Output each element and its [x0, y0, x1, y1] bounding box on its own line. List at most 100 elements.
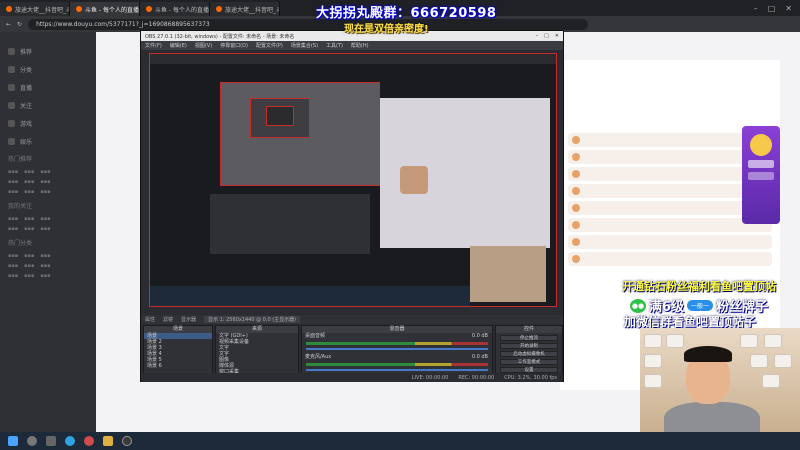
task-view-icon[interactable]	[46, 436, 56, 446]
display-select[interactable]: 显示 1: 2560x1440 @ 0,0 (主显示器)	[204, 316, 301, 323]
menu-item[interactable]: 视图(V)	[195, 42, 212, 49]
nested-cam	[400, 166, 428, 194]
cpu-status: CPU: 3.2%, 30.00 fps	[504, 374, 557, 381]
nav-icon	[8, 47, 15, 55]
studio-mode-button[interactable]: 工作室模式	[500, 359, 558, 365]
avatar	[572, 204, 580, 212]
menu-item[interactable]: 编辑(E)	[170, 42, 187, 49]
obs-title-text: OBS 27.0.1 (32-bit, windows) - 配置文件: 未命名…	[145, 33, 295, 40]
volume-slider[interactable]	[306, 348, 488, 350]
maximize-icon[interactable]: □	[768, 4, 776, 13]
nav-icon	[8, 119, 15, 127]
windows-taskbar	[0, 432, 800, 450]
properties-button[interactable]: 属性	[145, 316, 155, 323]
nav-icon	[8, 137, 15, 145]
volume-meter	[306, 363, 488, 366]
tab-label: 斗鱼 - 每个人的直播平台	[85, 6, 139, 14]
mixer-channel-db: 0.0 dB	[471, 333, 488, 339]
nav-icon	[8, 101, 15, 109]
webcam-feed	[640, 328, 800, 432]
douyu-favicon-icon	[146, 6, 152, 12]
avatar	[572, 170, 580, 178]
obs-app-icon[interactable]	[122, 436, 132, 446]
sidebar-item[interactable]: 分类	[0, 60, 96, 78]
obs-window[interactable]: OBS 27.0.1 (32-bit, windows) - 配置文件: 未命名…	[140, 30, 564, 382]
close-icon[interactable]: ✕	[785, 4, 792, 13]
close-icon[interactable]: ✕	[555, 33, 559, 39]
mixer-channel-label: 桌面音频	[305, 333, 326, 339]
sidebar-item[interactable]: 娱乐	[0, 132, 96, 150]
menu-item[interactable]: 场景集合(S)	[291, 42, 318, 49]
browser-tab[interactable]: 斗鱼 - 每个人的直播平台	[140, 2, 210, 16]
trophy-icon	[750, 134, 772, 156]
browser-tab[interactable]: 旅途大佬__抖音吧_斗鱼吧	[0, 2, 70, 16]
rec-status: REC: 00:00:00	[458, 374, 495, 381]
scene-item[interactable]: 场景 6	[144, 363, 212, 369]
windows-start-icon[interactable]	[8, 436, 18, 446]
douyu-favicon-icon	[6, 6, 12, 12]
nav-group-title: 热门推荐	[8, 156, 33, 163]
wechat-icon: ●●	[630, 298, 646, 313]
sidebar-item[interactable]: 直播	[0, 78, 96, 96]
menu-item[interactable]: 文件(F)	[145, 42, 162, 49]
search-icon[interactable]	[27, 436, 37, 446]
filters-button[interactable]: 滤镜	[163, 316, 173, 323]
avatar	[572, 187, 580, 195]
menu-item[interactable]: 配置文件(P)	[256, 42, 283, 49]
douyu-favicon-icon	[216, 6, 222, 12]
browser-tab-active[interactable]: 斗鱼 - 每个人的直播平台	[70, 2, 140, 16]
obs-status-bar: LIVE: 00:00:00 REC: 00:00:00 CPU: 3.2%, …	[141, 373, 563, 382]
nested-preview	[266, 106, 294, 126]
douyu-favicon-icon	[76, 6, 82, 12]
mixer-channel-db: 0.0 dB	[471, 354, 488, 360]
streamer-hair	[684, 346, 732, 362]
obs-source-toolbar: 属性 滤镜 显示器 显示 1: 2560x1440 @ 0,0 (主显示器)	[141, 315, 563, 324]
tab-label: 斗鱼 - 每个人的直播平台	[155, 6, 209, 14]
sidebar-item[interactable]: 游戏	[0, 114, 96, 132]
qq-group-banner: 大拐拐丸殿群：666720598	[316, 6, 497, 21]
edge-icon[interactable]	[65, 436, 75, 446]
chat-message	[568, 252, 772, 266]
virtual-camera-button[interactable]: 启动虚拟摄像机	[500, 351, 558, 357]
menu-item[interactable]: 工具(T)	[326, 42, 343, 49]
tab-label: 旅途大佬__抖音吧_斗鱼吧	[15, 6, 69, 14]
double-intimacy-banner: 现在是双倍亲密度!	[344, 24, 429, 35]
browser-app-icon[interactable]	[84, 436, 94, 446]
nav-icon	[8, 65, 15, 73]
obs-preview[interactable]	[149, 53, 557, 307]
start-recording-button[interactable]: 开始录制	[500, 343, 558, 349]
sidebar-item[interactable]: 推荐	[0, 42, 96, 60]
obs-menu-bar: 文件(F) 编辑(E) 视图(V) 停靠窗口(D) 配置文件(P) 场景集合(S…	[141, 41, 563, 50]
avatar	[572, 221, 580, 229]
left-sidebar: 推荐 分类 直播 关注 游戏 娱乐 热门推荐 ▪▪▪ ▪▪▪ ▪▪▪ ▪▪▪ ▪▪▪ ▪…	[0, 32, 96, 432]
nested-obs-docks	[210, 194, 370, 254]
nav-icon	[8, 83, 15, 91]
streamer-body	[664, 402, 760, 432]
fan-badge: 一般一	[687, 300, 714, 311]
maximize-icon[interactable]: □	[544, 33, 549, 39]
nav-group-title: 热门分类	[8, 240, 33, 247]
back-icon[interactable]: ←	[6, 21, 11, 28]
minimize-icon[interactable]: –	[536, 33, 539, 39]
volume-meter	[306, 342, 488, 345]
menu-item[interactable]: 帮助(H)	[351, 42, 369, 49]
nav-group-title: 我的关注	[8, 203, 33, 210]
live-status: LIVE: 00:00:00	[411, 374, 449, 381]
nested-cam-large	[470, 246, 546, 302]
volume-slider[interactable]	[306, 369, 488, 371]
display-label: 显示器	[181, 317, 197, 323]
sidebar-item[interactable]: 关注	[0, 96, 96, 114]
file-explorer-icon[interactable]	[103, 436, 113, 446]
chat-message	[568, 235, 772, 249]
avatar	[572, 238, 580, 246]
url-input[interactable]: https://www.douyu.com/5377171?_j=1690868…	[28, 18, 589, 30]
avatar	[572, 255, 580, 263]
minimize-icon[interactable]: –	[754, 4, 758, 13]
browser-tab[interactable]: 旅途大佬__抖音吧_斗鱼吧	[210, 2, 280, 16]
stop-streaming-button[interactable]: 停止推流	[500, 335, 558, 341]
menu-item[interactable]: 停靠窗口(D)	[220, 42, 248, 49]
tab-label: 旅途大佬__抖音吧_斗鱼吧	[225, 6, 279, 14]
nested-taskbar	[150, 286, 470, 306]
refresh-icon[interactable]: ↻	[17, 21, 22, 28]
side-promo-banner[interactable]	[742, 126, 780, 224]
